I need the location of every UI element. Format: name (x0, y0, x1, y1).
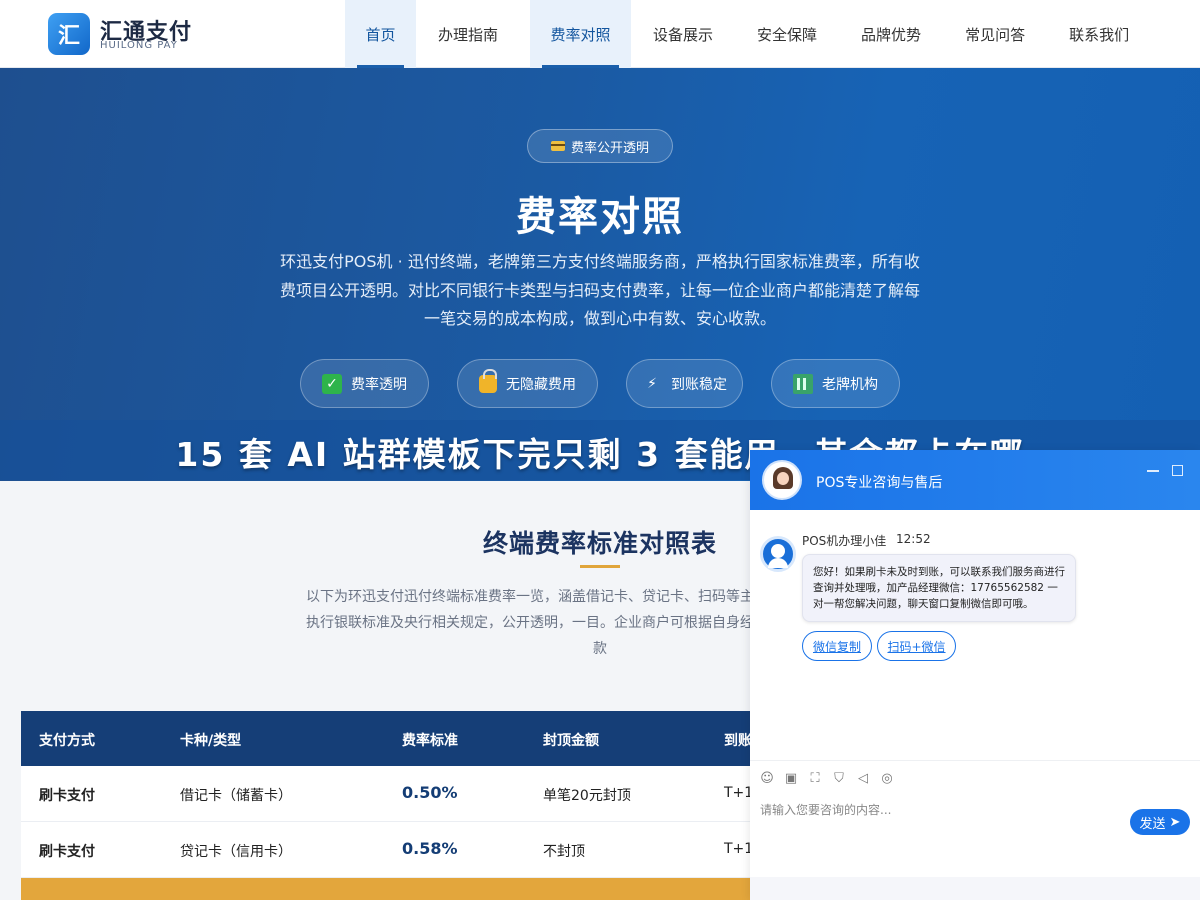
send-icon: ➤ (1169, 814, 1181, 830)
maximize-icon[interactable] (1172, 465, 1183, 476)
table-cell: 借记卡（储蓄卡） (180, 788, 292, 804)
nav-item-rates[interactable]: 费率对照 (530, 0, 632, 68)
bolt-icon: ⚡ (647, 375, 657, 392)
credit-card-icon (550, 141, 565, 151)
feature-pill-label: 到账稳定 (671, 376, 727, 393)
nav-item-devices[interactable]: 设备展示 (631, 0, 735, 68)
message-time: 12:52 (896, 532, 931, 546)
table-header-cell: 卡种/类型 (180, 733, 242, 749)
wechat-icon[interactable]: ◎ (880, 771, 894, 786)
building-icon (793, 373, 813, 394)
brand-subtitle: HUILONG PAY (100, 40, 178, 51)
feature-pill-transparent: ✓ 费率透明 (300, 359, 429, 408)
chat-title: POS专业咨询与售后 (816, 475, 943, 491)
table-cell: 单笔20元封顶 (543, 788, 631, 804)
chat-message-bubble: 您好！如果刷卡未及时到账，可以联系我们服务商进行查询并处理哦，加产品经理微信：1… (802, 554, 1076, 622)
agent-avatar (760, 536, 796, 572)
copy-wechat-button[interactable]: 微信复制 (802, 631, 872, 661)
support-avatar (762, 460, 802, 500)
table-cell: 刷卡支付 (39, 844, 95, 860)
section-title-underline (580, 565, 620, 568)
table-cell: 刷卡支付 (39, 788, 95, 804)
feature-pill-stable-settlement: ⚡ 到账稳定 (626, 359, 743, 408)
hero-badge: 费率公开透明 (527, 129, 673, 163)
feature-pill-label: 老牌机构 (822, 376, 878, 393)
chat-header[interactable]: POS专业咨询与售后 (750, 450, 1200, 510)
table-cell: T+1 (724, 841, 754, 857)
nav-item-contact[interactable]: 联系我们 (1047, 0, 1151, 68)
sound-icon[interactable]: ◁ (856, 771, 870, 786)
table-header-cell: 到账 (724, 733, 752, 749)
feature-pill-veteran-institution: 老牌机构 (771, 359, 900, 408)
table-cell-rate: 0.58% (402, 839, 458, 858)
nav-item-faq[interactable]: 常见问答 (943, 0, 1047, 68)
table-cell: T+1 (724, 785, 754, 801)
table-cell: 不封顶 (543, 844, 585, 860)
nav-item-brand[interactable]: 品牌优势 (839, 0, 943, 68)
feature-pill-label: 无隐藏费用 (506, 376, 576, 393)
table-header-cell: 费率标准 (402, 733, 458, 749)
image-icon[interactable]: ▣ (784, 771, 798, 786)
chat-widget: POS专业咨询与售后 POS机办理小佳 12:52 您好！如果刷卡未及时到账，可… (750, 450, 1200, 900)
site-header: 汇 汇通支付 HUILONG PAY 首页 办理指南 费率对照 设备展示 安全保… (0, 0, 1200, 68)
feature-pill-no-hidden-fees: 无隐藏费用 (457, 359, 598, 408)
nav-item-home[interactable]: 首页 (345, 0, 416, 68)
chat-footer (750, 877, 1200, 900)
logo-icon[interactable]: 汇 (48, 13, 90, 55)
hero-title: 费率对照 (516, 194, 684, 240)
table-header-cell: 支付方式 (39, 733, 95, 749)
check-icon: ✓ (322, 373, 342, 394)
minimize-icon[interactable] (1147, 470, 1159, 472)
table-header-cell: 封顶金额 (543, 733, 599, 749)
lock-icon (479, 368, 497, 393)
scan-wechat-button[interactable]: 扫码+微信 (877, 631, 956, 661)
nav-item-security[interactable]: 安全保障 (735, 0, 839, 68)
screenshot-icon[interactable]: ⛶ (808, 771, 822, 786)
hero-description: 环迅支付POS机 · 迅付终端，老牌第三方支付终端服务商，严格执行国家标准费率，… (279, 252, 920, 328)
send-button[interactable]: 发送 ➤ (1130, 809, 1190, 835)
feature-pill-label: 费率透明 (351, 376, 407, 393)
hero-badge-label: 费率公开透明 (570, 140, 649, 156)
emoji-icon[interactable]: ☺ (760, 771, 774, 786)
agent-name: POS机办理小佳 (802, 534, 887, 548)
table-cell: 贷记卡（信用卡） (180, 844, 292, 860)
shield-icon[interactable]: ⛉ (832, 771, 846, 786)
nav-item-guide[interactable]: 办理指南 (416, 0, 520, 68)
chat-message-input[interactable]: 请输入您要咨询的内容... (760, 801, 891, 818)
table-cell-rate: 0.50% (402, 783, 458, 802)
main-nav: 首页 办理指南 费率对照 设备展示 安全保障 品牌优势 常见问答 联系我们 (345, 0, 1151, 68)
send-button-label: 发送 (1139, 816, 1166, 832)
